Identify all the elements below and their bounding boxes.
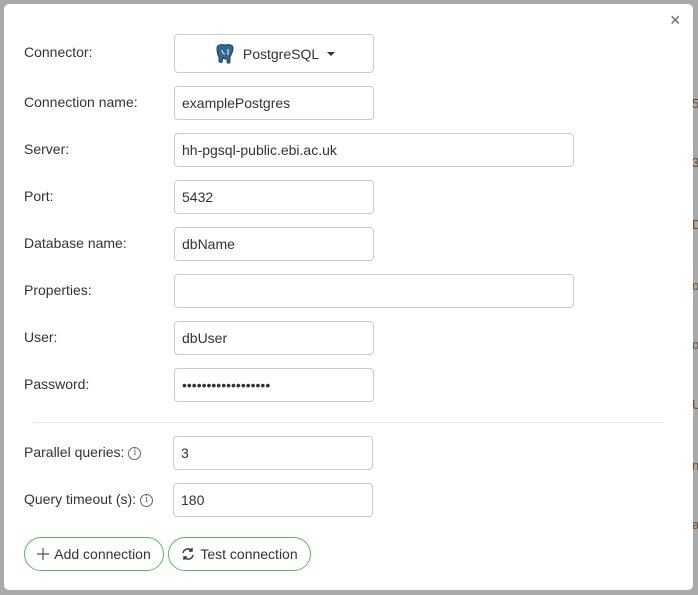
- database-name-input[interactable]: [174, 227, 374, 261]
- server-input[interactable]: [174, 133, 574, 167]
- properties-input[interactable]: [174, 274, 574, 308]
- plus-icon: [37, 548, 50, 560]
- close-icon[interactable]: ×: [670, 10, 681, 31]
- postgresql-elephant-icon: [216, 43, 234, 64]
- properties-label: Properties:: [24, 282, 92, 298]
- port-label: Port:: [24, 188, 54, 204]
- connection-name-label: Connection name:: [24, 94, 138, 110]
- parallel-queries-label: Parallel queries: i: [24, 444, 142, 460]
- connector-label: Connector:: [24, 44, 93, 60]
- test-connection-button[interactable]: Test connection: [168, 537, 311, 571]
- test-connection-label: Test connection: [200, 546, 298, 562]
- connector-dropdown[interactable]: PostgreSQL: [174, 34, 374, 73]
- parallel-queries-text: Parallel queries:: [24, 444, 125, 460]
- divider: [33, 422, 664, 423]
- database-name-label: Database name:: [24, 235, 127, 251]
- password-input[interactable]: [174, 368, 374, 402]
- query-timeout-label: Query timeout (s): i: [24, 491, 154, 507]
- query-timeout-input[interactable]: [173, 483, 373, 517]
- add-connection-label: Add connection: [54, 546, 151, 562]
- user-label: User:: [24, 329, 58, 345]
- connector-value: PostgreSQL: [242, 45, 320, 62]
- info-icon[interactable]: i: [128, 446, 142, 460]
- connection-name-input[interactable]: [174, 86, 374, 120]
- add-connection-button[interactable]: Add connection: [24, 537, 164, 571]
- query-timeout-text: Query timeout (s):: [24, 491, 137, 507]
- password-label: Password:: [24, 376, 90, 392]
- server-label: Server:: [24, 141, 70, 157]
- info-icon[interactable]: i: [140, 493, 154, 507]
- user-input[interactable]: [174, 321, 374, 355]
- caret-down-icon: [327, 51, 336, 56]
- parallel-queries-input[interactable]: [173, 436, 373, 470]
- refresh-icon: [182, 548, 195, 560]
- port-input[interactable]: [174, 180, 374, 214]
- connection-dialog: × Connector: PostgreSQL Connection name:…: [4, 4, 693, 590]
